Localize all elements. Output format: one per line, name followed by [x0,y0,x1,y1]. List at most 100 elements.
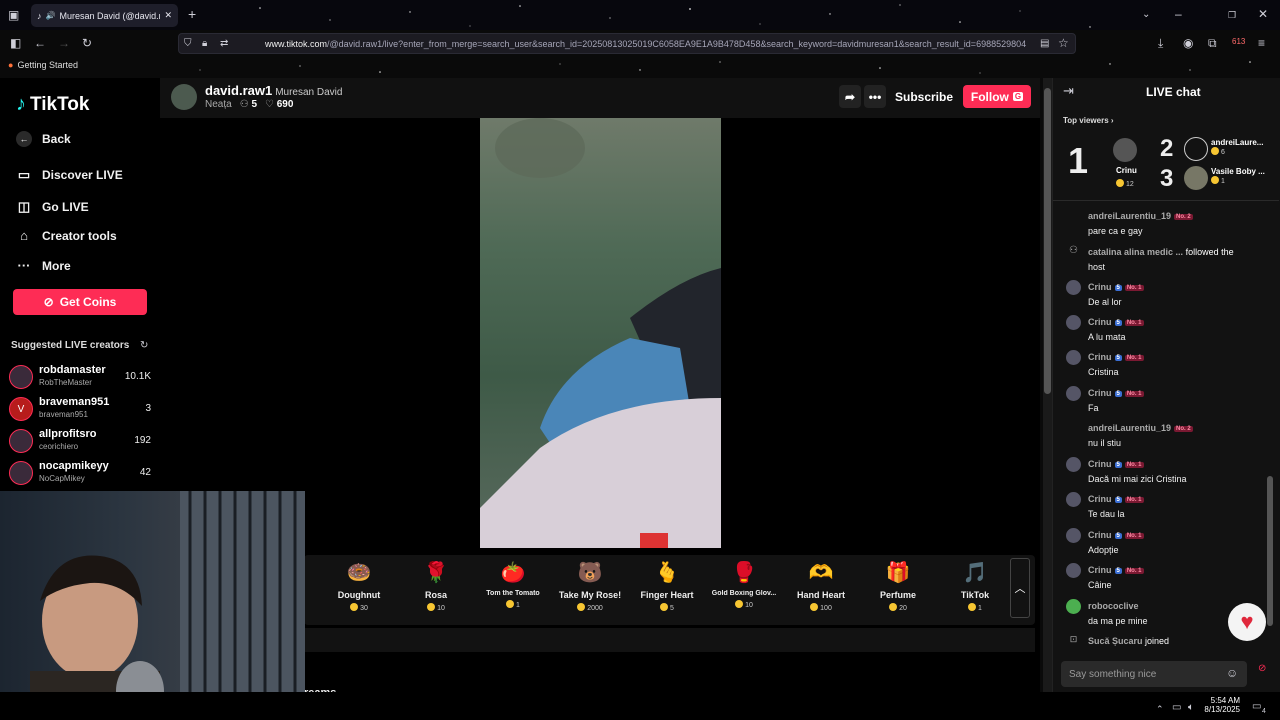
follow-label: Follow [970,89,1009,104]
emoji-icon[interactable]: ☺ [1226,667,1238,679]
creator-item[interactable]: allprofitsro ceorichiero 192 [9,428,151,454]
forward-arrow-icon[interactable]: → [58,37,70,49]
gift-send-icon[interactable]: ⊘ [1258,663,1266,675]
share-icon: ➦ [844,89,856,104]
close-window-icon[interactable]: ✕ [1258,8,1268,20]
reader-mode-icon[interactable]: ▤ [1040,38,1049,50]
lock-icon[interactable]: 🔒︎ [202,38,207,50]
minimize-icon[interactable]: – [1175,8,1182,20]
more-options-button[interactable]: ••• [864,85,886,108]
refresh-icon[interactable]: ↻ [140,340,148,352]
more-dots-icon: ··· [17,258,31,273]
like-heart-button[interactable]: ♥ [1228,603,1266,641]
shield-icon[interactable]: ⛉ [184,38,192,50]
webcam-overlay [0,491,305,720]
coin-icon: ⊘ [43,295,54,309]
chat-username-text: Crinu [1088,494,1112,504]
rank-badge: No. 2 [1174,426,1193,432]
gift-item[interactable]: 🍩 Doughnut 30 [324,555,394,621]
extension-badge[interactable]: 613 [1232,36,1245,48]
tiktok-logo[interactable]: ♪ TikTok [16,93,89,116]
chat-username-text: Crinu [1088,388,1112,398]
new-tab-icon[interactable]: + [188,7,196,21]
audio-playing-icon[interactable]: 🔊 [46,11,56,20]
rank-number: 1 [1068,140,1089,181]
avatar [1066,599,1081,614]
coin-icon [660,603,669,611]
gift-item[interactable]: 🎁 Perfume 20 [863,555,933,621]
gift-item[interactable]: 🎵 TikTok 1 [940,555,1010,621]
collapse-chat-icon[interactable]: ⇥ [1063,84,1074,97]
chevron-down-icon[interactable]: ⌄ [1142,9,1150,21]
chat-username: catalina alina medic ... followed the [1088,247,1234,257]
top-viewers-link[interactable]: Top viewers › [1063,116,1114,125]
clock[interactable]: 5:54 AM 8/13/2025 [1200,696,1240,714]
gift-price-value: 10 [437,605,445,612]
volume-icon[interactable]: 🔈︎ [1188,702,1194,714]
extensions-icon[interactable]: ⧉ [1208,37,1217,49]
creator-item[interactable]: robdamaster RobTheMaster 10.1K [9,364,151,390]
url-bar[interactable]: www.tiktok.com/@david.raw1/live?enter_fr… [178,33,1076,54]
nav-more[interactable]: ··· More [16,258,71,273]
avatar[interactable] [1113,138,1137,162]
back-link[interactable]: ← Back [16,131,71,147]
sidebar-toggle-icon[interactable]: ◧ [10,37,21,49]
host-username-row[interactable]: david.raw1 Muresan David [205,83,342,98]
share-button[interactable]: ➦ [839,85,861,108]
gift-name: Doughnut [337,590,381,600]
live-video[interactable] [480,118,721,548]
creator-item[interactable]: nocapmikeyy NoCapMikey 42 [9,460,151,486]
notification-icon[interactable]: ▭ [1252,701,1261,713]
back-circle-icon: ← [16,131,32,147]
get-coins-button[interactable]: ⊘ Get Coins [13,289,147,315]
clock-date: 8/13/2025 [1204,705,1240,714]
gift-price: 30 [324,603,394,612]
follow-button[interactable]: Follow G [963,85,1031,108]
coin-icon [1116,179,1124,187]
browser-tab-active[interactable]: ♪ 🔊 Muresan David (@david.raw1 ✕ [31,4,178,27]
account-icon[interactable]: ◉ [1183,37,1193,49]
gift-item[interactable]: 🌹 Rosa 10 [401,555,471,621]
gift-name: Perfume [879,590,916,600]
nav-creator-tools[interactable]: ⌂ Creator tools [16,228,117,243]
reload-icon[interactable]: ↻ [82,37,92,49]
expand-gifts-button[interactable]: ︿ [1010,558,1030,618]
restore-icon[interactable]: ❐ [1228,9,1236,21]
bookmark-getting-started[interactable]: ● Getting Started [8,60,78,70]
people-icon: ⚇ [239,99,249,110]
chat-input[interactable]: Say something nice [1061,661,1247,687]
notification-count: 4 [1262,708,1266,715]
subscribe-button[interactable]: Subscribe [890,85,958,108]
viewers-stat: ⚇ 5 [240,99,257,110]
nav-go-live[interactable]: ◫ Go LIVE [16,199,89,215]
host-avatar[interactable] [171,84,197,110]
tab-list-icon[interactable]: ▣ [8,9,19,21]
bookmark-star-icon[interactable]: ☆ [1058,37,1069,49]
creator-item[interactable]: V braveman951 braveman951 3 [9,396,151,422]
chat-scrollbar[interactable] [1267,476,1273,626]
chat-divider [1053,200,1279,201]
lightbulb-icon: ⌂ [20,228,28,243]
gift-item[interactable]: 🫶 Hand Heart 100 [786,555,856,621]
creator-handle: RobTheMaster [39,378,92,387]
menu-icon[interactable]: ≡ [1258,37,1265,49]
gift-item[interactable]: 🥊 Gold Boxing Glov... 10 [709,555,779,621]
top-viewers-label: Top viewers [1063,116,1109,125]
nav-discover-live[interactable]: ▭ Discover LIVE [16,167,123,183]
gift-item[interactable]: 🐻 Take My Rose! 2000 [555,555,625,621]
gift-item[interactable]: 🫰 Finger Heart 5 [632,555,702,621]
close-tab-icon[interactable]: ✕ [164,10,172,21]
coin-icon [506,600,515,608]
tray-chevron-icon[interactable]: ⌃ [1156,703,1164,715]
scroll-thumb[interactable] [1044,88,1051,394]
permissions-icon[interactable]: ⇄ [220,38,228,50]
download-icon[interactable]: ⤓ [1158,37,1163,49]
gift-item[interactable]: 🍅 Tom the Tomato 1 [478,555,548,621]
main-scrollbar[interactable] [1043,78,1052,692]
avatar[interactable] [1184,137,1208,161]
network-icon[interactable]: ▭ [1172,702,1181,714]
back-arrow-icon[interactable]: ← [34,37,46,49]
gift-price: 10 [709,600,779,609]
chat-text: Cristina [1088,367,1119,377]
avatar[interactable] [1184,166,1208,190]
